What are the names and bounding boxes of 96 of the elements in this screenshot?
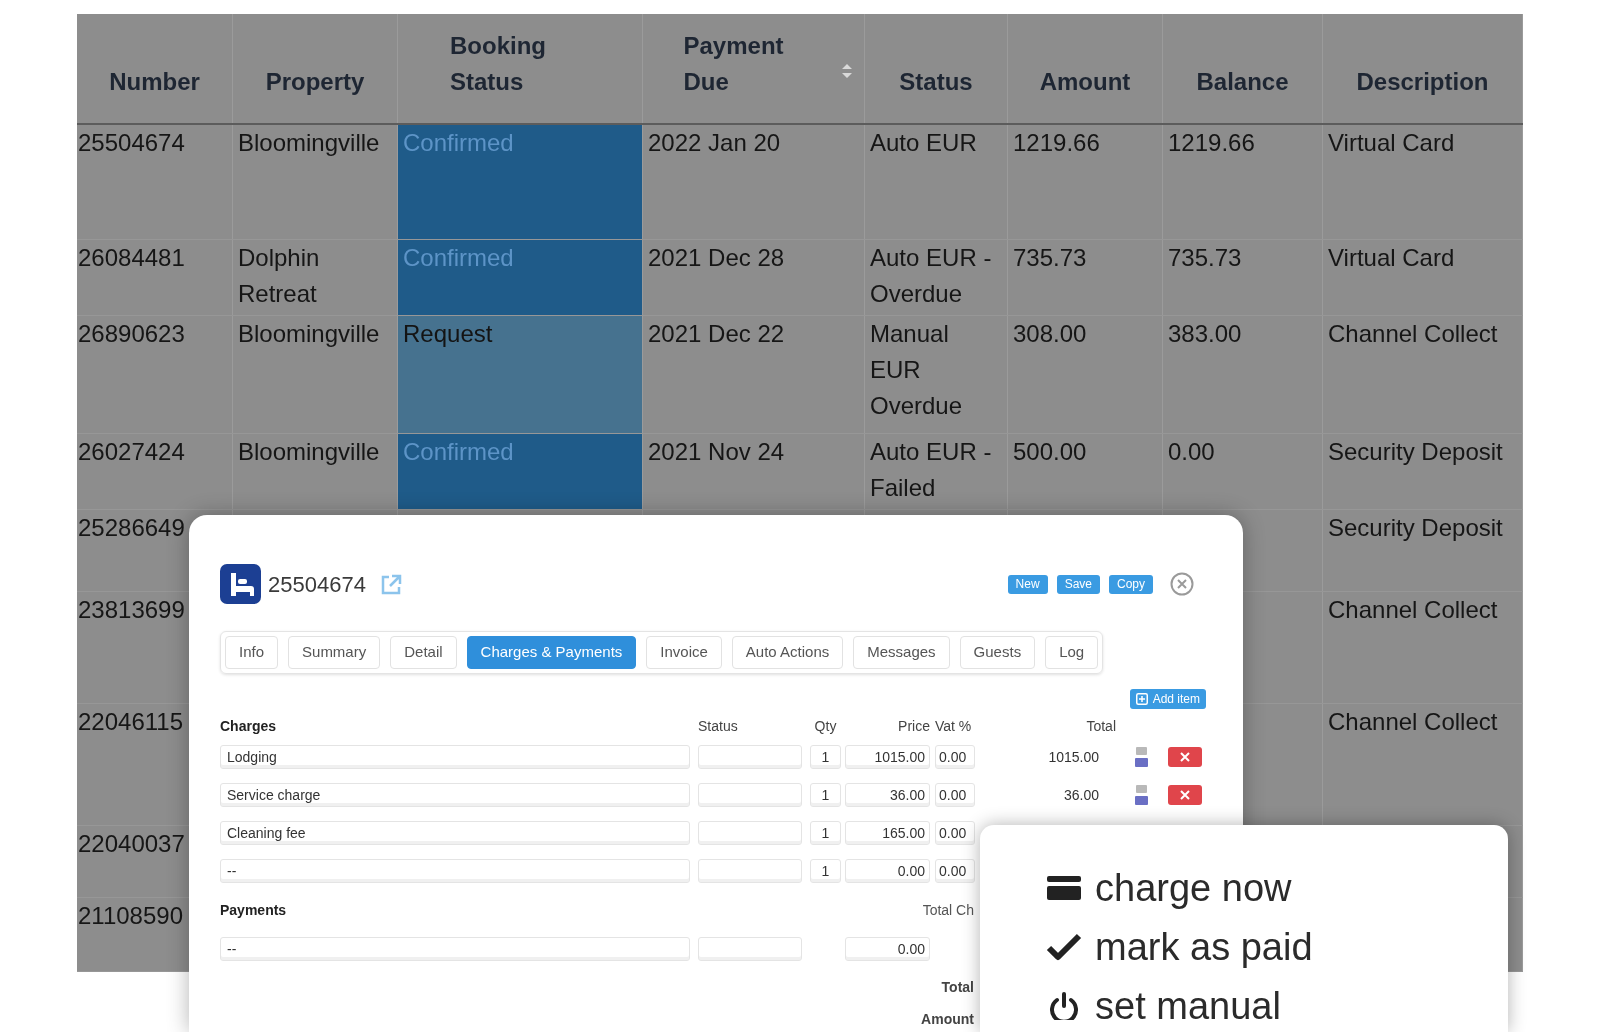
table-cell: 735.73 bbox=[1008, 240, 1163, 315]
booking-status-cell: Confirmed bbox=[398, 434, 643, 509]
description-field[interactable]: Cleaning fee bbox=[220, 821, 690, 845]
total-label: Amount bbox=[921, 1011, 974, 1027]
total-label: Total Ch bbox=[922, 902, 974, 918]
stack-icon[interactable] bbox=[1134, 746, 1149, 768]
logo-icon bbox=[220, 564, 261, 604]
status-field[interactable] bbox=[698, 821, 802, 845]
tab[interactable]: Detail bbox=[390, 636, 457, 669]
column-header[interactable]: Balance bbox=[1196, 64, 1289, 100]
sort-icon[interactable] bbox=[842, 64, 852, 78]
tab[interactable]: Guests bbox=[959, 636, 1036, 669]
vat-field[interactable]: 0.00 bbox=[935, 859, 975, 883]
x-icon bbox=[1180, 790, 1190, 800]
description-field[interactable]: -- bbox=[220, 937, 690, 961]
delete-button[interactable] bbox=[1168, 785, 1202, 805]
vat-field[interactable]: 0.00 bbox=[935, 783, 975, 807]
tab[interactable]: Messages bbox=[853, 636, 950, 669]
table-cell: 26027424 bbox=[77, 434, 233, 509]
table-cell: Security Deposit bbox=[1323, 434, 1523, 509]
table-cell: Auto EUR bbox=[865, 125, 1008, 239]
column-header[interactable]: Status bbox=[899, 64, 973, 100]
table-cell: 1219.66 bbox=[1163, 125, 1323, 239]
price-field[interactable]: 165.00 bbox=[845, 821, 930, 845]
table-cell: 25504674 bbox=[77, 125, 233, 239]
table-cell: 2021 Dec 22 bbox=[643, 316, 865, 433]
status-field[interactable] bbox=[698, 745, 802, 769]
check-icon bbox=[1046, 933, 1082, 961]
quantity-field[interactable]: 1 bbox=[810, 783, 841, 807]
status-field[interactable] bbox=[698, 859, 802, 883]
menu-item[interactable]: charge now bbox=[1046, 869, 1292, 907]
quantity-field[interactable]: 1 bbox=[810, 745, 841, 769]
table-cell: Manual EUR Overdue bbox=[865, 316, 1008, 433]
table-cell: 1219.66 bbox=[1008, 125, 1163, 239]
table-cell: Virtual Card bbox=[1323, 240, 1523, 315]
plus-square-icon bbox=[1135, 693, 1148, 705]
table-cell: 500.00 bbox=[1008, 434, 1163, 509]
total-label: Total bbox=[941, 979, 974, 995]
tab[interactable]: Summary bbox=[288, 636, 381, 669]
table-cell: Auto EUR - Overdue bbox=[865, 240, 1008, 315]
description-field[interactable]: Lodging bbox=[220, 745, 690, 769]
edit-icon[interactable] bbox=[379, 573, 402, 595]
column-header[interactable]: Booking Status bbox=[450, 28, 590, 100]
table-cell: 2021 Nov 24 bbox=[643, 434, 865, 509]
table-cell: Security Deposit bbox=[1323, 510, 1523, 591]
column-header: Price bbox=[898, 718, 930, 734]
tab[interactable]: Info bbox=[225, 636, 279, 669]
menu-item[interactable]: set manual bbox=[1046, 987, 1281, 1025]
quantity-field[interactable]: 1 bbox=[810, 821, 841, 845]
table-cell: Channel Collect bbox=[1323, 592, 1523, 703]
table-cell: 26890623 bbox=[77, 316, 233, 433]
table-cell: 735.73 bbox=[1163, 240, 1323, 315]
tab[interactable]: Log bbox=[1045, 636, 1099, 669]
column-header: Vat % bbox=[935, 718, 972, 734]
tab[interactable]: Auto Actions bbox=[731, 636, 844, 669]
table-cell: 0.00 bbox=[1163, 434, 1323, 509]
price-field[interactable]: 1015.00 bbox=[845, 745, 930, 769]
x-icon bbox=[1180, 752, 1190, 762]
column-header[interactable]: Number bbox=[109, 64, 200, 100]
table-cell: Virtual Card bbox=[1323, 125, 1523, 239]
description-field[interactable]: -- bbox=[220, 859, 690, 883]
quantity-field[interactable]: 1 bbox=[810, 859, 841, 883]
table-cell: 2021 Dec 28 bbox=[643, 240, 865, 315]
column-header[interactable]: Property bbox=[265, 64, 365, 100]
column-header[interactable]: Description bbox=[1356, 64, 1489, 100]
booking-number: 25504674 bbox=[268, 570, 366, 599]
table-cell: Auto EUR - Failed bbox=[865, 434, 1008, 509]
table-cell: 308.00 bbox=[1008, 316, 1163, 433]
table-cell: 383.00 bbox=[1163, 316, 1323, 433]
line-total: 36.00 bbox=[1063, 787, 1099, 803]
table-cell: 26084481 bbox=[77, 240, 233, 315]
table-cell: Channel Collect bbox=[1323, 316, 1523, 433]
booking-status-cell: Confirmed bbox=[398, 125, 643, 239]
delete-button[interactable] bbox=[1168, 747, 1202, 767]
vat-field[interactable]: 0.00 bbox=[935, 745, 975, 769]
amount-field[interactable]: 0.00 bbox=[845, 937, 930, 961]
tab[interactable]: Invoice bbox=[646, 636, 722, 669]
description-field[interactable]: Service charge bbox=[220, 783, 690, 807]
price-field[interactable]: 36.00 bbox=[845, 783, 930, 807]
price-field[interactable]: 0.00 bbox=[845, 859, 930, 883]
stack-icon[interactable] bbox=[1134, 784, 1149, 806]
column-header: Status bbox=[698, 718, 738, 734]
column-header: Total bbox=[1086, 718, 1116, 734]
column-header: Qty bbox=[814, 718, 837, 734]
column-header[interactable]: Amount bbox=[1039, 64, 1131, 100]
booking-status-cell: Request bbox=[398, 316, 643, 433]
booking-status-cell: Confirmed bbox=[398, 240, 643, 315]
vat-field[interactable]: 0.00 bbox=[935, 821, 975, 845]
menu-item[interactable]: mark as paid bbox=[1046, 928, 1313, 966]
status-field[interactable] bbox=[698, 783, 802, 807]
status-field[interactable] bbox=[698, 937, 802, 961]
table-cell: 2022 Jan 20 bbox=[643, 125, 865, 239]
column-header[interactable]: Payment Due bbox=[683, 28, 824, 100]
card-icon bbox=[1046, 874, 1082, 902]
line-total: 1015.00 bbox=[1048, 749, 1099, 765]
close-icon[interactable] bbox=[1170, 572, 1194, 596]
